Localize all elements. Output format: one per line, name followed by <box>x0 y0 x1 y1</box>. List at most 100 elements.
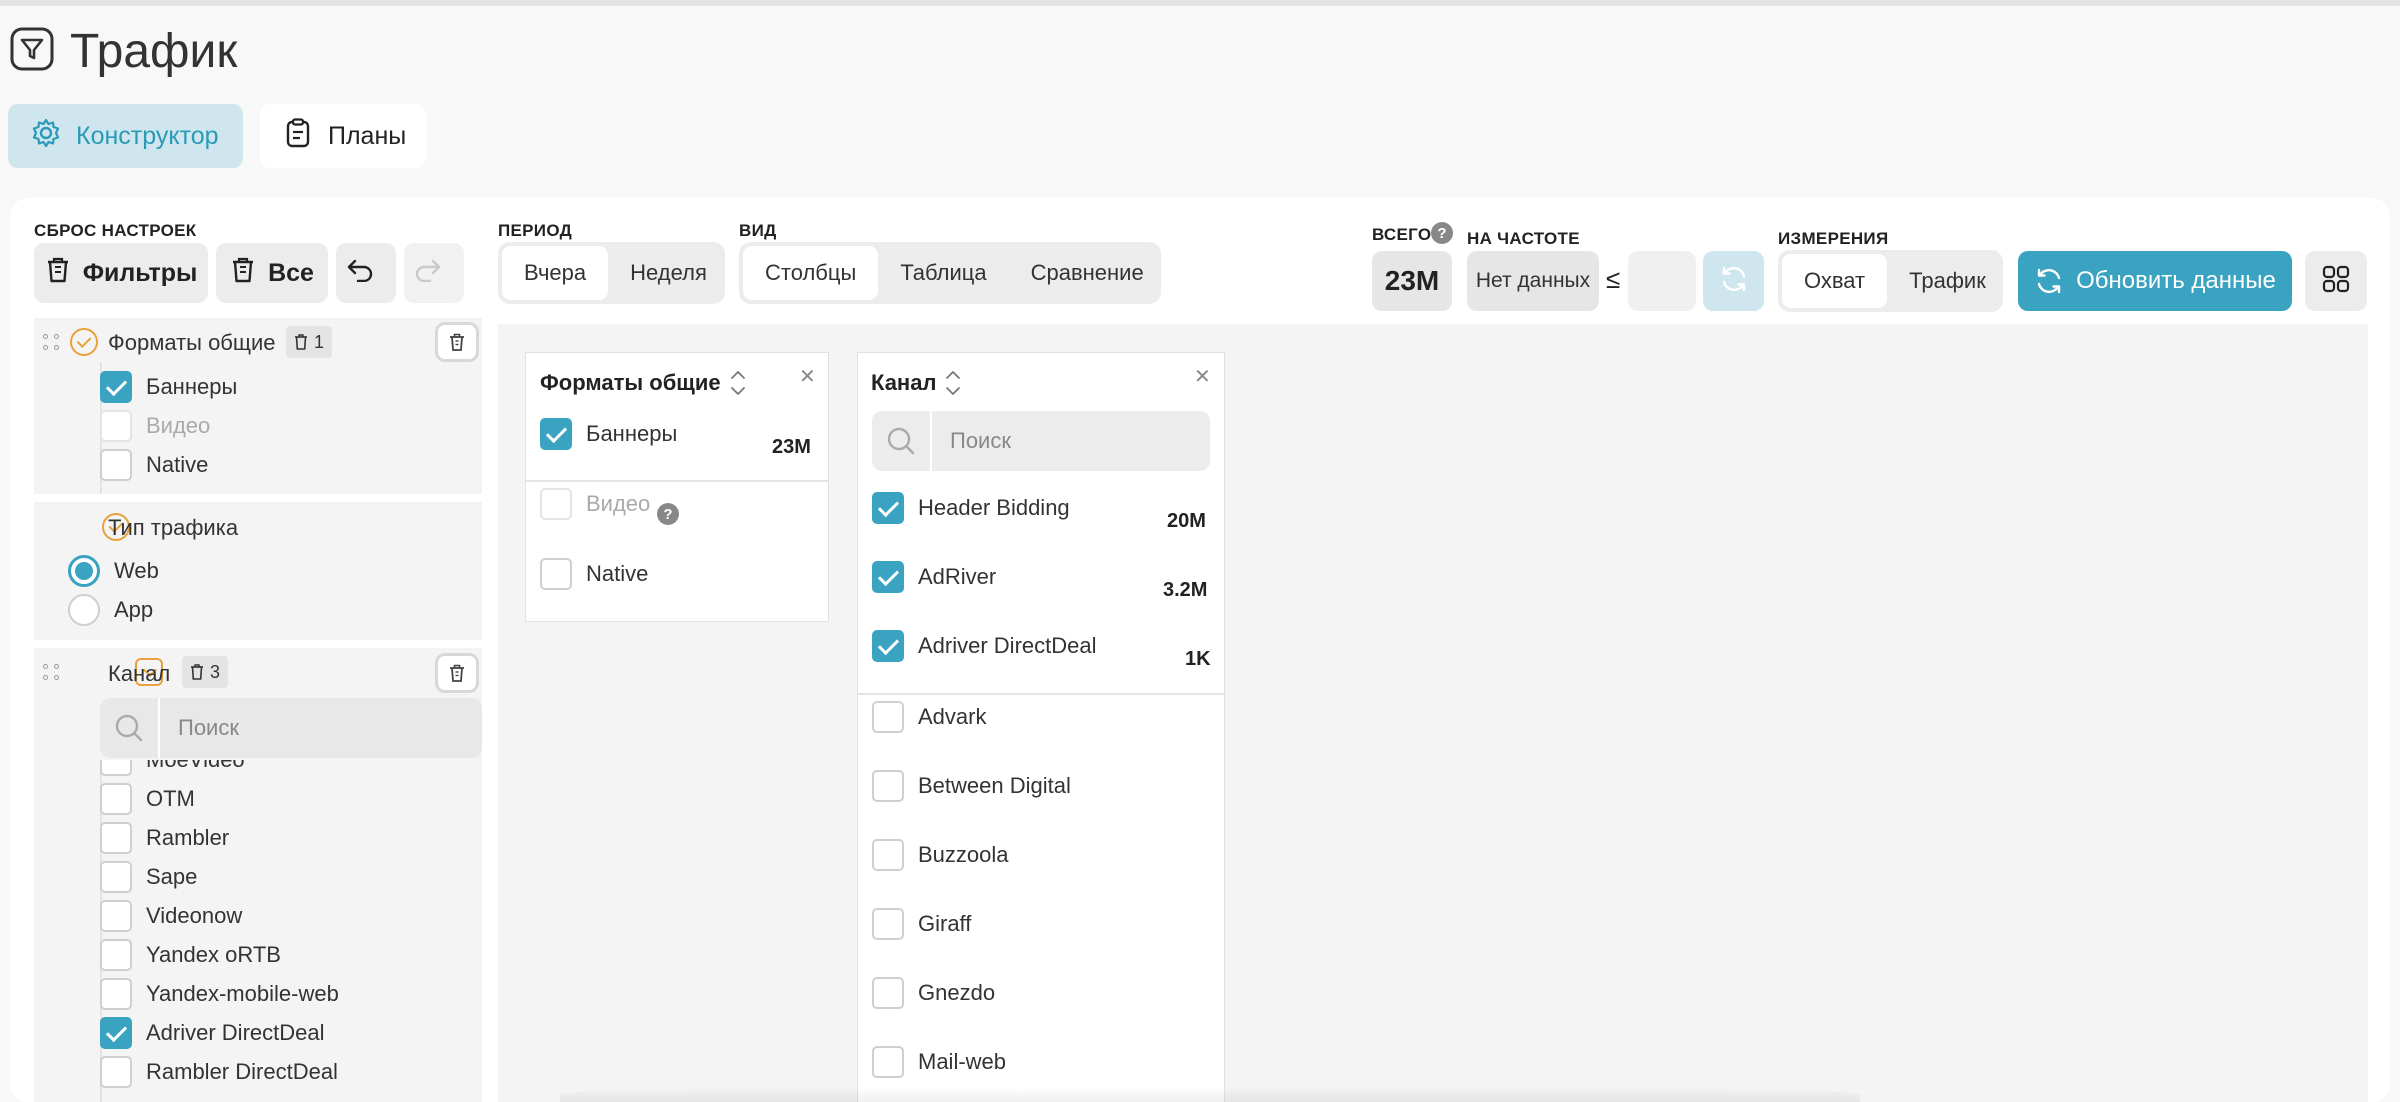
checkbox[interactable] <box>872 839 904 871</box>
checkbox[interactable] <box>100 861 132 893</box>
drag-handle-icon[interactable] <box>43 334 59 352</box>
undo-button[interactable] <box>336 243 396 303</box>
channel-list-item[interactable]: Sape <box>100 861 197 893</box>
frequency-value: Нет данных <box>1467 251 1599 311</box>
checkbox[interactable] <box>100 1056 132 1088</box>
channel-search-input[interactable]: Поиск <box>100 698 482 758</box>
checkbox[interactable] <box>540 488 572 520</box>
tab-plans[interactable]: Планы <box>260 104 426 168</box>
checkbox[interactable] <box>540 558 572 590</box>
channel-list-item[interactable]: Adriver DirectDeal <box>100 1017 325 1049</box>
channel-list: MoeVideo OTM Rambler Sape Videonow Yande… <box>100 760 482 1102</box>
channel-card-item-value: 3.2M <box>1163 579 1208 601</box>
refresh-data-button[interactable]: Обновить данные <box>2018 251 2292 311</box>
radio[interactable] <box>68 555 100 587</box>
checkbox[interactable] <box>100 822 132 854</box>
channel-card-item[interactable]: Adriver DirectDeal <box>872 630 1097 662</box>
frequency-section-label: НА ЧАСТОТЕ <box>1467 229 1580 248</box>
channel-item-label: Rambler DirectDeal <box>146 1059 338 1084</box>
checkbox[interactable] <box>872 561 904 593</box>
formats-card-item[interactable]: Native <box>540 558 648 590</box>
channel-list-item[interactable]: MoeVideo <box>100 760 245 776</box>
checkbox[interactable] <box>872 1046 904 1078</box>
channel-badge[interactable]: 3 <box>182 656 229 688</box>
close-icon[interactable]: ✕ <box>1194 364 1211 389</box>
formats-card-item-label: Native <box>586 561 649 586</box>
channel-card-search-input[interactable]: Поиск <box>872 411 1210 471</box>
channel-card-item[interactable]: Buzzoola <box>872 839 1009 871</box>
traffic-option-app[interactable]: App <box>68 594 153 626</box>
top-border <box>0 0 2400 6</box>
channel-list-item[interactable]: Videonow <box>100 900 242 932</box>
checkbox[interactable] <box>100 449 132 481</box>
frequency-input[interactable] <box>1628 251 1696 311</box>
redo-button[interactable] <box>404 243 464 303</box>
channel-card-item[interactable]: AdRiver <box>872 561 996 593</box>
close-icon[interactable]: ✕ <box>799 364 816 389</box>
sidebar-format-item[interactable]: Native <box>100 449 208 481</box>
tab-constructor[interactable]: Конструктор <box>8 104 243 168</box>
view-option-columns[interactable]: Столбцы <box>743 246 879 300</box>
period-option-week[interactable]: Неделя <box>608 246 729 300</box>
channel-card-item-label: Adriver DirectDeal <box>918 633 1097 658</box>
checkbox[interactable] <box>100 978 132 1010</box>
channel-item-label: Sape <box>146 864 198 889</box>
channel-card-item[interactable]: Gnezdo <box>872 977 995 1009</box>
traffic-option-label: App <box>114 597 154 622</box>
formats-card-item-value: 23M <box>772 436 811 458</box>
reset-filters-button[interactable]: Фильтры <box>34 243 208 303</box>
checkbox[interactable] <box>872 770 904 802</box>
sidebar-format-item[interactable]: Видео <box>100 410 210 442</box>
view-option-table[interactable]: Таблица <box>878 246 1008 300</box>
layout-toggle-button[interactable] <box>2305 251 2367 311</box>
dimension-option-reach[interactable]: Охват <box>1782 254 1888 308</box>
help-icon[interactable]: ? <box>657 503 679 525</box>
radio[interactable] <box>68 594 100 626</box>
checkbox[interactable] <box>100 1017 132 1049</box>
channel-card-item[interactable]: Mail-web <box>872 1046 1006 1078</box>
trash-icon <box>449 333 465 351</box>
checkbox[interactable] <box>872 908 904 940</box>
channel-list-item[interactable]: Yandex-mobile-web <box>100 978 339 1010</box>
channel-card-item[interactable]: Giraff <box>872 908 971 940</box>
channel-list-item[interactable]: Yandex oRTB <box>100 939 281 971</box>
traffic-option-web[interactable]: Web <box>68 555 159 587</box>
frequency-refresh-button[interactable] <box>1703 251 1764 311</box>
view-option-compare[interactable]: Сравнение <box>1009 246 1166 300</box>
checkbox[interactable] <box>100 760 132 776</box>
checkbox[interactable] <box>100 939 132 971</box>
sort-icon[interactable] <box>944 368 962 398</box>
formats-remove-button[interactable] <box>435 322 479 362</box>
checkbox[interactable] <box>100 371 132 403</box>
channel-list-item[interactable]: OTM <box>100 783 195 815</box>
formats-card-item[interactable]: Баннеры <box>540 418 677 450</box>
checkbox[interactable] <box>872 977 904 1009</box>
channel-card-item[interactable]: Between Digital <box>872 770 1071 802</box>
reset-all-button[interactable]: Все <box>216 243 328 303</box>
sidebar-format-item[interactable]: Баннеры <box>100 371 237 403</box>
formats-card-item[interactable]: Видео <box>540 488 650 520</box>
channel-list-item[interactable]: Rambler <box>100 822 229 854</box>
checkbox[interactable] <box>100 900 132 932</box>
channel-card-item-label: Between Digital <box>918 773 1071 798</box>
period-section-label: ПЕРИОД <box>498 221 573 240</box>
channel-remove-button[interactable] <box>435 653 479 693</box>
checkbox[interactable] <box>100 410 132 442</box>
checkbox[interactable] <box>540 418 572 450</box>
drag-handle-icon[interactable] <box>43 664 59 682</box>
channel-card-item[interactable]: Header Bidding <box>872 492 1070 524</box>
checkbox[interactable] <box>100 783 132 815</box>
checkbox[interactable] <box>872 492 904 524</box>
sort-icon[interactable] <box>729 368 747 398</box>
channel-list-item[interactable]: Rambler DirectDeal <box>100 1056 338 1088</box>
dimension-option-traffic[interactable]: Трафик <box>1887 254 2008 308</box>
check-circle-icon[interactable] <box>70 328 98 356</box>
checkbox[interactable] <box>872 630 904 662</box>
channel-card-header: Канал <box>871 368 962 398</box>
checkbox[interactable] <box>872 701 904 733</box>
channel-card-item[interactable]: Advark <box>872 701 986 733</box>
formats-badge[interactable]: 1 <box>286 326 333 358</box>
help-icon[interactable]: ? <box>1431 222 1453 244</box>
period-option-yesterday[interactable]: Вчера <box>502 246 609 300</box>
formats-card-item-label: Видео <box>586 491 651 516</box>
